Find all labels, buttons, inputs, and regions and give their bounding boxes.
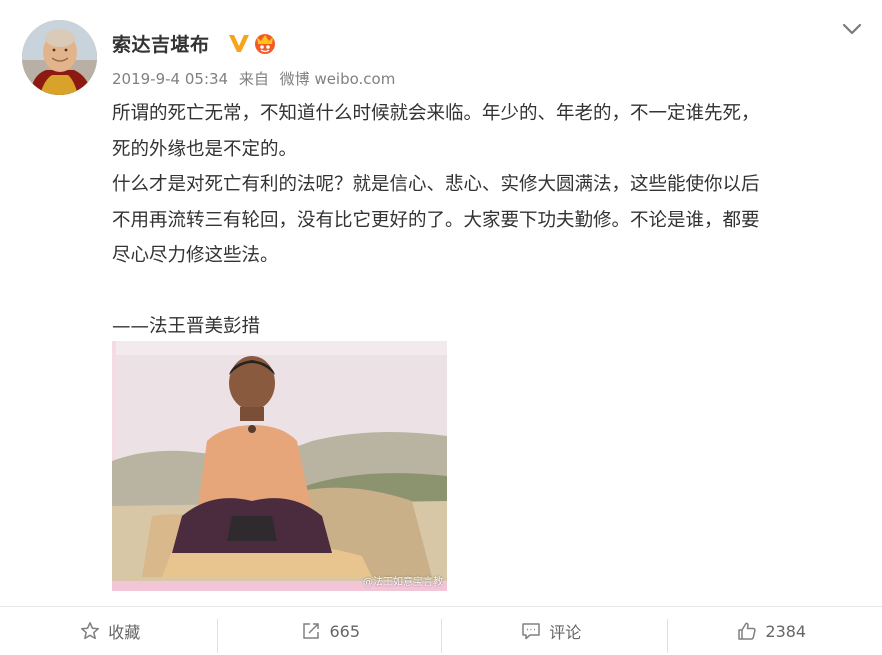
post-attribution: ——法王晋美彭措 [112, 316, 261, 337]
post-body: 所谓的死亡无常，不知道什么时候就会来临。年少的、年老的，不一定谁先死， 死的外缘… [112, 96, 857, 345]
post-source[interactable]: 微博 weibo.com [280, 70, 396, 88]
action-separator [217, 619, 218, 653]
favorite-label: 收藏 [108, 623, 141, 642]
like-button[interactable]: 2384 [662, 607, 882, 655]
post-meta: 2019-9-4 05:34 来自 微博 weibo.com [112, 68, 401, 89]
action-separator [667, 619, 668, 653]
repost-button[interactable]: 665 [221, 607, 442, 655]
source-prefix: 来自 [238, 70, 269, 88]
star-icon [80, 621, 100, 641]
repost-count: 665 [329, 621, 361, 641]
comment-icon [521, 621, 541, 641]
action-bar: 收藏 665 评论 2384 [0, 607, 882, 655]
post-paragraph: 不用再流转三有轮回，没有比它更好的了。大家要下功夫勤修。不论是谁，都要 [112, 209, 760, 231]
like-count: 2384 [765, 621, 807, 641]
author-name[interactable]: 索达吉堪布 [112, 30, 210, 57]
verified-v-icon[interactable] [228, 32, 250, 54]
thumbs-up-icon [737, 621, 757, 641]
comment-button[interactable]: 评论 [441, 607, 662, 655]
post-paragraph: 尽心尽力修这些法。 [112, 245, 279, 266]
member-crown-icon[interactable] [252, 31, 278, 55]
post-image[interactable]: @法王如意宝言教 [112, 341, 447, 591]
chevron-down-icon[interactable] [840, 19, 864, 39]
avatar[interactable] [22, 20, 97, 95]
post-paragraph: 所谓的死亡无常，不知道什么时候就会来临。年少的、年老的，不一定谁先死， [112, 103, 760, 124]
comment-label: 评论 [549, 623, 582, 642]
post-paragraph: 什么才是对死亡有利的法呢？就是信心、悲心、实修大圆满法，这些能使你以后 [112, 174, 760, 195]
image-watermark: @法王如意宝言教 [363, 577, 443, 588]
weibo-post-card: 索达吉堪布 2019-9-4 05:34 来自 微博 weibo.com 所谓的… [0, 0, 882, 655]
post-paragraph: 死的外缘也是不定的。 [112, 138, 298, 160]
post-timestamp[interactable]: 2019-9-4 05:34 [112, 70, 228, 88]
favorite-button[interactable]: 收藏 [0, 607, 221, 655]
action-separator [441, 619, 442, 653]
repost-icon [301, 621, 321, 641]
